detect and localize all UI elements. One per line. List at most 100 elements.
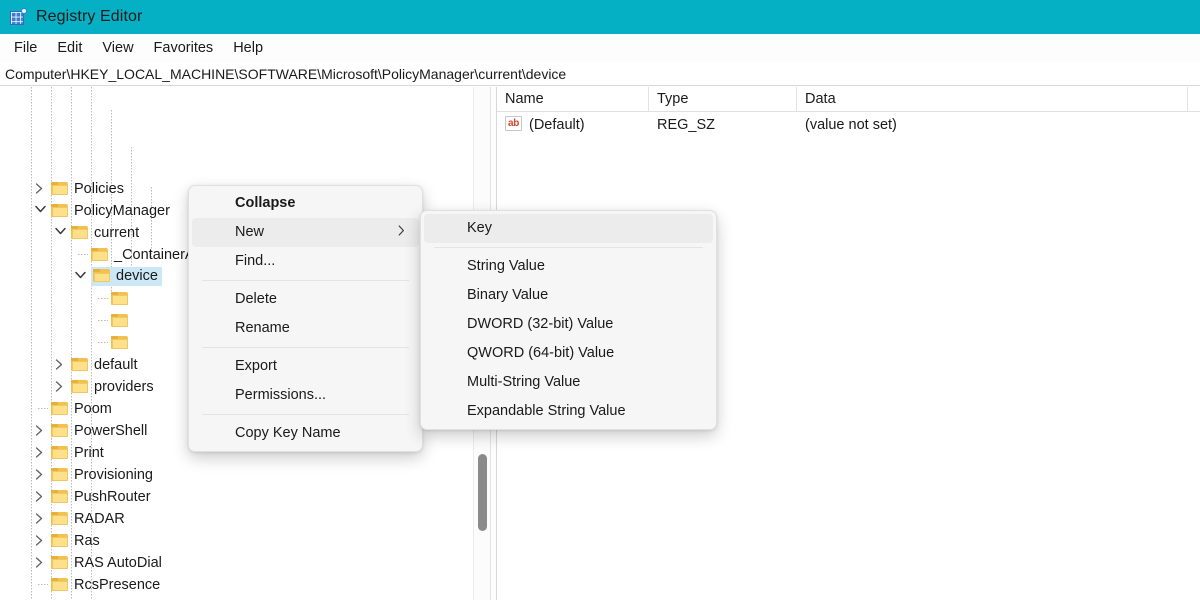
tree-item-label: RAS AutoDial — [74, 554, 162, 571]
tree-guide-stub — [38, 408, 48, 409]
tree-item-content: PowerShell — [51, 421, 147, 440]
context-menu-item-permissions[interactable]: Permissions... — [192, 381, 419, 410]
tree-item-label: PushRouter — [74, 488, 151, 505]
folder-icon — [51, 445, 68, 460]
context-menu-item-delete[interactable]: Delete — [192, 285, 419, 314]
tree-item-label: RADAR — [74, 510, 125, 527]
tree-item-label: current — [94, 224, 140, 241]
chevron-right-icon[interactable] — [32, 177, 48, 199]
submenu-item-multi-string-value[interactable]: Multi-String Value — [424, 368, 713, 397]
submenu-item-binary-value[interactable]: Binary Value — [424, 281, 713, 310]
tree-item-content: RAS AutoDial — [51, 553, 162, 572]
tree-item[interactable]: PushRouter — [0, 485, 473, 507]
new-submenu[interactable]: Key String Value Binary Value DWORD (32-bit… — [420, 210, 717, 430]
chevron-right-icon[interactable] — [32, 463, 48, 485]
tree-item-label: default — [94, 356, 138, 373]
chevron-right-icon[interactable] — [32, 441, 48, 463]
tree-item-label: Ras — [74, 532, 100, 549]
tree-item[interactable]: RADAR — [0, 507, 473, 529]
folder-icon — [51, 181, 68, 196]
folder-icon — [51, 467, 68, 482]
chevron-right-icon[interactable] — [32, 419, 48, 441]
tree-item-content: PolicyManager — [51, 201, 170, 220]
context-menu-item-find[interactable]: Find... — [192, 247, 419, 276]
folder-icon — [71, 357, 88, 372]
tree-item-content: Ras — [51, 531, 100, 550]
submenu-item-string-value[interactable]: String Value — [424, 252, 713, 281]
context-menu-item-label: Delete — [235, 291, 277, 307]
context-menu-item-export[interactable]: Export — [192, 352, 419, 381]
chevron-right-icon[interactable] — [52, 353, 68, 375]
context-menu-item-new[interactable]: New — [192, 218, 419, 247]
tree-item-content: Policies — [51, 179, 124, 198]
tree-item-content: Poom — [51, 399, 112, 418]
submenu-item-key[interactable]: Key — [424, 214, 713, 243]
tree-item-label: RcsPresence — [74, 576, 161, 593]
menu-item-file[interactable]: File — [5, 37, 46, 59]
submenu-item-qword-64-bit-value[interactable]: QWORD (64-bit) Value — [424, 339, 713, 368]
folder-icon — [51, 577, 68, 592]
tree-item[interactable]: Provisioning — [0, 463, 473, 485]
title-bar: Registry Editor — [0, 0, 1200, 34]
chevron-right-icon[interactable] — [32, 485, 48, 507]
context-menu-item-collapse[interactable]: Collapse — [192, 189, 419, 218]
registry-editor-window: Registry Editor File Edit View Favorites Hel… — [0, 0, 1200, 600]
menu-item-view[interactable]: View — [93, 37, 142, 59]
tree-scrollbar-thumb[interactable] — [478, 454, 487, 531]
menu-item-favorites[interactable]: Favorites — [145, 37, 223, 59]
tree-item-content: current — [71, 223, 139, 242]
folder-icon — [71, 225, 88, 240]
context-menu-item-copy-key-name[interactable]: Copy Key Name — [192, 419, 419, 448]
tree-item-content — [111, 333, 134, 352]
tree-item-label: Print — [74, 444, 104, 461]
chevron-right-icon[interactable] — [32, 529, 48, 551]
menu-item-edit[interactable]: Edit — [48, 37, 91, 59]
tree-item-content: RcsPresence — [51, 575, 160, 594]
submenu-item-expandable-string-value[interactable]: Expandable String Value — [424, 397, 713, 426]
chevron-right-icon[interactable] — [32, 595, 48, 600]
menu-separator — [434, 247, 703, 248]
chevron-right-icon — [398, 218, 405, 247]
context-menu-item-rename[interactable]: Rename — [192, 314, 419, 343]
tree-guide-stub — [38, 584, 48, 585]
tree-item[interactable]: RAS AutoDial — [0, 551, 473, 573]
chevron-down-icon[interactable] — [32, 199, 48, 221]
chevron-right-icon[interactable] — [32, 507, 48, 529]
context-menu-item-label: Permissions... — [235, 387, 327, 403]
tree-guide-stub — [98, 342, 108, 343]
context-menu-item-label: New — [235, 224, 265, 240]
tree-item[interactable]: RcsPresence — [0, 573, 473, 595]
chevron-right-icon[interactable] — [52, 375, 68, 397]
chevron-down-icon[interactable] — [52, 221, 68, 243]
value-cell-data: (value not set) — [805, 117, 897, 133]
column-header-data[interactable]: Data — [797, 87, 1188, 112]
value-row[interactable]: ab (Default) REG_SZ (value not set) — [497, 113, 1200, 137]
tree-guide-stub — [78, 254, 88, 255]
menu-separator — [202, 347, 409, 348]
folder-icon — [51, 203, 68, 218]
tree-item-label: Provisioning — [74, 466, 153, 483]
address-bar[interactable]: Computer\HKEY_LOCAL_MACHINE\SOFTWARE\Mic… — [0, 62, 1200, 86]
context-menu-item-label: Export — [235, 358, 277, 374]
chevron-right-icon[interactable] — [32, 551, 48, 573]
column-header-name[interactable]: Name — [497, 87, 649, 112]
value-list-header: Name Type Data — [497, 87, 1200, 112]
chevron-down-icon[interactable] — [72, 265, 88, 287]
menu-separator — [202, 414, 409, 415]
column-header-type[interactable]: Type — [649, 87, 797, 112]
folder-icon — [111, 335, 128, 350]
context-menu[interactable]: Collapse New Find... Delete Rename Export Perm… — [188, 185, 423, 452]
tree-item-content: RADAR — [51, 509, 125, 528]
menu-bar: File Edit View Favorites Help — [0, 34, 1200, 62]
context-menu-item-label: Collapse — [235, 195, 296, 211]
tree-item-content — [111, 289, 134, 308]
context-menu-item-label: Find... — [235, 253, 276, 269]
menu-item-help[interactable]: Help — [224, 37, 272, 59]
tree-item[interactable]: Reliability Analysis — [0, 595, 473, 600]
context-menu-item-label: Rename — [235, 320, 290, 336]
submenu-item-dword-32-bit-value[interactable]: DWORD (32-bit) Value — [424, 310, 713, 339]
folder-icon — [51, 489, 68, 504]
tree-item-content: Print — [51, 443, 104, 462]
tree-item-label: Poom — [74, 400, 112, 417]
tree-item[interactable]: Ras — [0, 529, 473, 551]
